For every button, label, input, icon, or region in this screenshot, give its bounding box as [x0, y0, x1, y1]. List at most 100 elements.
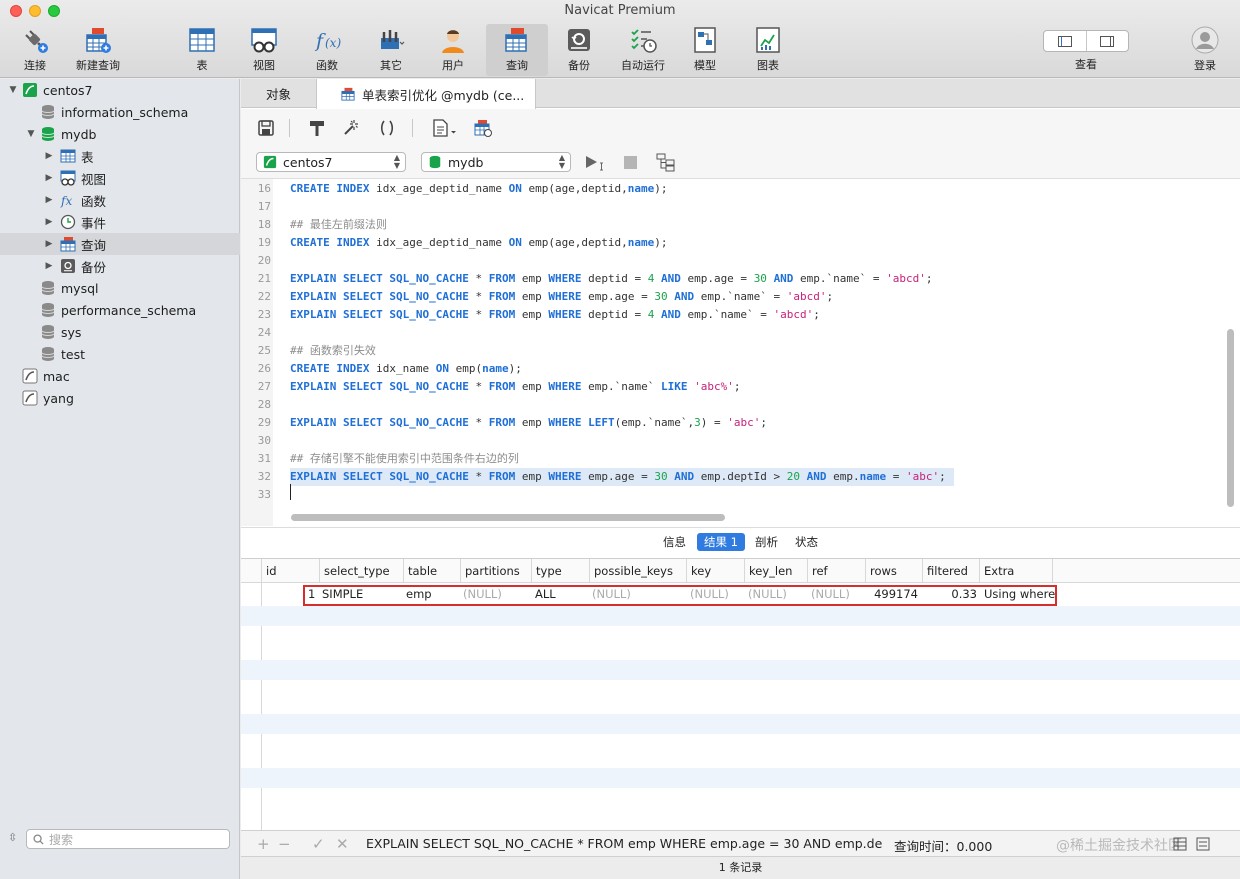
column-header-extra[interactable]: Extra [979, 559, 1053, 583]
check-icon[interactable]: ✓ [312, 835, 325, 853]
tree-item-label: test [61, 346, 86, 362]
tree-item-sys[interactable]: sys [0, 321, 240, 343]
tree-item-performance-schema[interactable]: performance_schema [0, 299, 240, 321]
tab-info[interactable]: 信息 [656, 533, 693, 551]
tab-result-1[interactable]: 结果 1 [697, 533, 745, 551]
sort-updown-icon[interactable]: ⇳ [8, 831, 17, 844]
toolbar-user-label: 用户 [442, 59, 464, 72]
connection-select[interactable]: centos7 ▲ ▼ [256, 152, 406, 172]
disclosure-arrow-icon[interactable]: ▶ [44, 239, 54, 249]
editor-horizontal-scrollbar[interactable] [291, 514, 725, 521]
remove-icon[interactable]: − [278, 835, 291, 853]
column-header-select-type[interactable]: select_type [319, 559, 403, 583]
column-header-ref[interactable]: ref [807, 559, 865, 583]
line-number: 22 [257, 290, 271, 303]
column-header-id[interactable]: id [261, 559, 319, 583]
tree-item-backups[interactable]: ▶ 备份 [0, 255, 240, 277]
tab-status[interactable]: 状态 [788, 533, 825, 551]
view-inspector-toggle[interactable] [1085, 31, 1129, 51]
title-bar: Navicat Premium 连接 新建查询 表 视图 f (x) 函数 其它 … [0, 0, 1240, 78]
tab-query[interactable]: 单表索引优化 @mydb (ce... [316, 79, 536, 109]
snippet-icon[interactable] [432, 119, 458, 137]
column-header-key-len[interactable]: key_len [744, 559, 807, 583]
code-line: CREATE INDEX idx_name ON emp(name); [290, 362, 522, 375]
run-icon[interactable] [585, 155, 607, 171]
editor-vertical-scrollbar[interactable] [1227, 329, 1234, 507]
tab-profile[interactable]: 剖析 [748, 533, 785, 551]
tree-item-events[interactable]: ▶ 事件 [0, 211, 240, 233]
toolbar-table-button[interactable]: 表 [180, 24, 224, 76]
disclosure-arrow-icon[interactable]: ▶ [44, 173, 54, 183]
format-icon[interactable] [308, 119, 326, 137]
tree-item-test[interactable]: test [0, 343, 240, 365]
updown-chevron-icon: ▲ ▼ [393, 153, 400, 170]
tab-objects[interactable]: 对象 [241, 79, 316, 108]
tree-item-yang[interactable]: yang [0, 387, 240, 409]
sidebar-search-input[interactable]: 搜索 [26, 829, 230, 849]
tree-item-queries[interactable]: ▶ 查询 [0, 233, 240, 255]
code-line: ## 最佳左前缀法则 [290, 218, 387, 231]
sql-editor[interactable]: 16 CREATE INDEX idx_age_deptid_name ON em… [241, 179, 1240, 526]
tree-item-mac[interactable]: mac [0, 365, 240, 387]
tree-item-tables[interactable]: ▶ 表 [0, 145, 240, 167]
column-header-possible-keys[interactable]: possible_keys [589, 559, 686, 583]
tree-item-information-schema[interactable]: information_schema [0, 101, 240, 123]
toolbar-user-button[interactable]: 用户 [431, 24, 475, 76]
auto-run-icon [631, 29, 657, 53]
table-row-empty [241, 768, 1240, 788]
search-icon [33, 833, 44, 845]
code-line: EXPLAIN SELECT SQL_NO_CACHE * FROM emp W… [290, 416, 767, 429]
cancel-icon[interactable]: ✕ [336, 835, 349, 853]
line-number: 21 [257, 272, 271, 285]
code-line: EXPLAIN SELECT SQL_NO_CACHE * FROM emp W… [290, 272, 933, 285]
toolbar-view-button[interactable]: 视图 [242, 24, 286, 76]
line-number: 32 [257, 470, 271, 483]
toolbar-login-button[interactable]: 登录 [1184, 24, 1226, 76]
tree-item-functions[interactable]: ▶ fx 函数 [0, 189, 240, 211]
tree-item-mysql[interactable]: mysql [0, 277, 240, 299]
toolbar-connect-button[interactable]: 连接 [12, 24, 58, 76]
tree-item-label: 查询 [81, 237, 107, 253]
column-header-rows[interactable]: rows [865, 559, 922, 583]
toolbar-function-button[interactable]: f (x) 函数 [305, 24, 349, 76]
disclosure-arrow-icon[interactable]: ▶ [44, 217, 54, 227]
user-icon [442, 30, 464, 53]
database-select[interactable]: mydb ▲ ▼ [421, 152, 571, 172]
column-header-table[interactable]: table [403, 559, 460, 583]
toolbar-table-label: 表 [196, 59, 208, 72]
toolbar-chart-button[interactable]: 图表 [747, 24, 789, 76]
connection-selector-bar: centos7 ▲ ▼ mydb ▲ ▼ [241, 147, 1240, 179]
tree-item-mydb[interactable]: ▼ mydb [0, 123, 240, 145]
disclosure-arrow-icon[interactable]: ▶ [44, 261, 54, 271]
explain-icon[interactable] [474, 119, 492, 137]
grid-view-icon[interactable] [1173, 837, 1187, 851]
column-header-filtered[interactable]: filtered [922, 559, 979, 583]
line-number: 18 [257, 218, 271, 231]
mysql-connection-icon [263, 155, 277, 169]
save-icon[interactable] [257, 119, 275, 137]
table-icon [60, 149, 76, 163]
view-sidebar-toggle[interactable] [1044, 31, 1086, 51]
column-header-type[interactable]: type [531, 559, 589, 583]
disclosure-arrow-icon[interactable]: ▼ [26, 129, 36, 139]
disclosure-arrow-icon[interactable]: ▶ [44, 151, 54, 161]
toolbar-query-button[interactable]: 查询 [486, 24, 548, 76]
tree-item-label: 视图 [81, 171, 107, 187]
disclosure-arrow-icon[interactable]: ▼ [8, 85, 18, 95]
magic-wand-icon[interactable] [342, 119, 360, 137]
column-header-key[interactable]: key [686, 559, 744, 583]
toolbar-backup-button[interactable]: 备份 [558, 24, 600, 76]
parentheses-icon[interactable] [378, 119, 396, 137]
sidebar-left-icon [1057, 35, 1072, 47]
disclosure-arrow-icon[interactable]: ▶ [44, 195, 54, 205]
stop-icon[interactable] [624, 156, 637, 169]
tree-item-views[interactable]: ▶ 视图 [0, 167, 240, 189]
toolbar-others-button[interactable]: 其它 [366, 24, 416, 76]
toolbar-auto-run-button[interactable]: 自动运行 [616, 24, 670, 76]
add-icon[interactable]: + [257, 835, 270, 853]
explain-plan-icon[interactable] [656, 153, 676, 172]
tree-item-centos7[interactable]: ▼ centos7 [0, 79, 240, 101]
toolbar-new-query-button[interactable]: 新建查询 [72, 24, 124, 76]
toolbar-model-button[interactable]: 模型 [684, 24, 726, 76]
form-view-icon[interactable] [1196, 837, 1210, 851]
